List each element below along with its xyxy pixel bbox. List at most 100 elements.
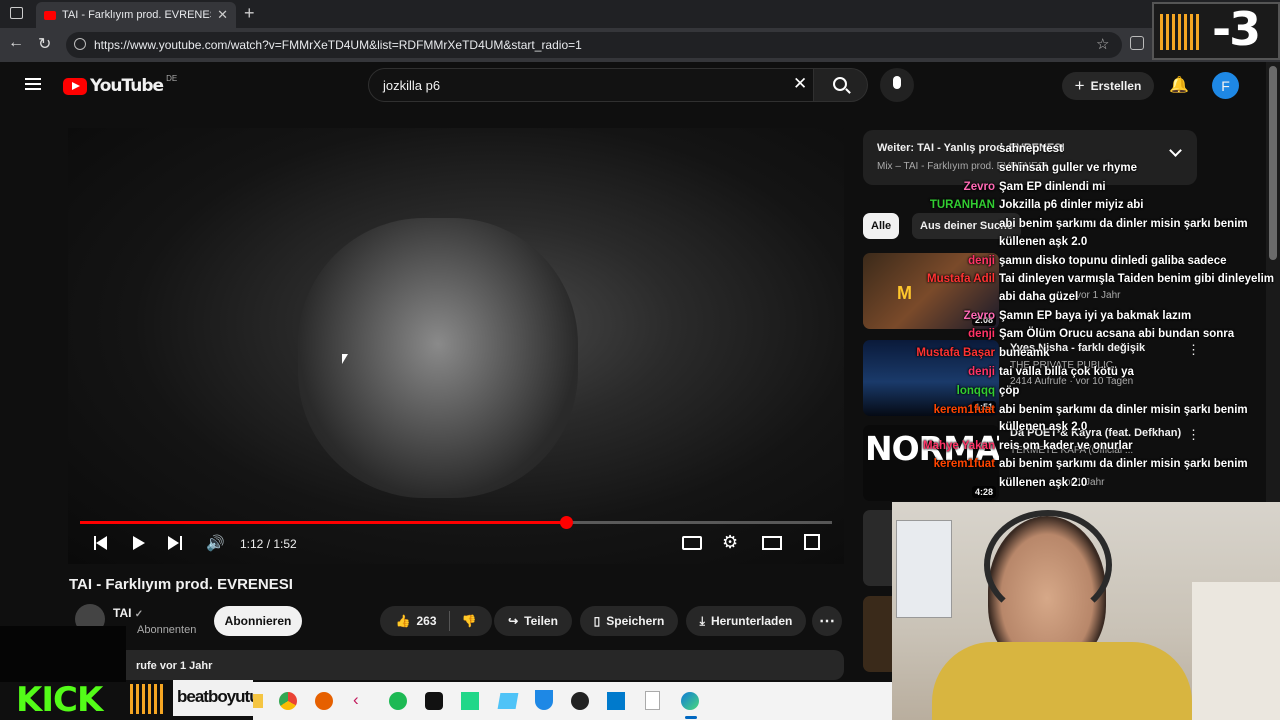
browser-tab[interactable]: TAI - Farklıyım prod. EVRENESI - Y ✕ [36, 2, 236, 28]
spotify-icon[interactable] [389, 692, 407, 710]
chat-message: sehinsah guller ve rhyme [865, 162, 1137, 174]
capcut-app-icon[interactable] [425, 692, 443, 710]
chat-text: şamın disko topunu dinledi galiba sadece [999, 255, 1227, 267]
chat-text: abi daha güzel [999, 291, 1079, 303]
edge-icon[interactable] [681, 692, 699, 710]
chrome-icon[interactable] [279, 692, 297, 710]
save-button[interactable]: ▯ Speichern [580, 606, 678, 636]
youtube-logo[interactable]: YouTube DE [63, 74, 177, 96]
beatbox-badge: beatboyutu [173, 680, 260, 716]
notifications-bell-icon[interactable]: 🔔 [1169, 75, 1189, 95]
chat-message: sahnep test [865, 143, 1063, 155]
corner-badge: -3 [1152, 2, 1280, 60]
capcut-icon[interactable]: ‹ [353, 690, 359, 710]
chat-message: küllenen aşk 2.0 [865, 477, 1087, 489]
chat-text: çöp [999, 385, 1020, 397]
chat-username: kerem1fuat [933, 458, 995, 470]
time-display: 1:12 / 1:52 [240, 537, 297, 551]
settings-gear-icon[interactable]: ⚙ [722, 532, 738, 553]
chat-message: kerem1fuat abi benim şarkımı da dinler mi… [865, 404, 1248, 416]
chat-text: abi benim şarkımı da dinler misin şarkı … [999, 458, 1248, 470]
playlist-panel[interactable]: Weiter: TAI - Yanlış prod. EVRENESI Mix … [863, 130, 1197, 185]
subtitles-icon[interactable] [682, 536, 702, 550]
fullscreen-icon[interactable] [804, 534, 820, 550]
video-player[interactable]: 🔊 1:12 / 1:52 ⚙ [68, 128, 844, 564]
share-button[interactable]: ↪ Teilen [494, 606, 572, 636]
like-count: 263 [416, 614, 437, 628]
chat-message: denji Şam Ölüm Orucu acsana abi bundan so… [865, 328, 1234, 340]
corner-badge-text: -3 [1212, 2, 1261, 56]
video-thumbnail[interactable] [863, 510, 892, 586]
video-more-icon[interactable]: ⋮ [1187, 427, 1200, 443]
chat-username: Mahye Yakan [922, 440, 995, 452]
close-tab-icon[interactable]: ✕ [217, 7, 228, 23]
microphone-icon [893, 76, 901, 89]
video-more-icon[interactable]: ⋮ [1187, 342, 1200, 358]
voice-search-button[interactable] [880, 68, 914, 102]
bookmark-icon: ▯ [593, 614, 601, 628]
channel-name-text: TAI [113, 606, 132, 620]
chat-text: tai valla billa çok kötü ya [999, 366, 1134, 378]
vscode-icon[interactable] [607, 692, 625, 710]
download-label: Herunterladen [710, 614, 793, 628]
search-input[interactable]: jozkilla p6 ✕ [368, 68, 814, 102]
yellow-hoodie [932, 642, 1192, 720]
new-tab-icon[interactable]: + [244, 3, 255, 24]
firefox-icon[interactable] [315, 692, 333, 710]
save-label: Speichern [606, 614, 665, 628]
like-button[interactable]: 👍 263 [396, 614, 437, 628]
seek-bar[interactable] [80, 516, 832, 529]
clear-search-icon[interactable]: ✕ [793, 74, 807, 94]
player-controls: 🔊 1:12 / 1:52 ⚙ [68, 528, 844, 558]
menu-icon[interactable] [25, 78, 41, 90]
reload-icon[interactable]: ↻ [38, 34, 51, 54]
video-thumbnail[interactable] [863, 596, 892, 672]
site-info-icon[interactable] [74, 38, 86, 50]
download-button[interactable]: ⤓ Herunterladen [686, 606, 806, 636]
chat-message: TURANHAN Jokzilla p6 dinler miyiz abi [865, 199, 1144, 211]
description-box[interactable]: rufe vor 1 Jahr [68, 650, 844, 680]
previous-icon[interactable] [94, 536, 108, 550]
taskbar: ‹ [253, 682, 892, 720]
chat-text: abi benim şarkımı da dinler misin şarkı … [999, 404, 1248, 416]
chat-username: Zevro [963, 181, 995, 193]
share-icon: ↪ [508, 614, 519, 628]
create-button[interactable]: + Erstellen [1062, 72, 1154, 100]
back-icon[interactable]: ← [8, 34, 24, 52]
chat-text: sahnep test [999, 143, 1063, 155]
search-button[interactable] [814, 68, 868, 102]
chat-text: Şam Ölüm Orucu acsana abi bundan sonra [999, 328, 1235, 340]
thumbs-down-icon[interactable]: 👎 [462, 614, 477, 628]
chat-text: küllenen aşk 2.0 [999, 421, 1088, 433]
chat-text: küllenen aşk 2.0 [999, 236, 1088, 248]
more-actions-button[interactable]: ⋯ [812, 606, 842, 636]
favorite-star-icon[interactable]: ☆ [1096, 35, 1109, 53]
plus-icon: + [1074, 76, 1085, 95]
chat-message: abi daha güzel [865, 291, 1078, 303]
chat-text: reis om kader ve onurlar [999, 440, 1133, 452]
next-icon[interactable] [168, 536, 182, 550]
play-icon[interactable] [133, 536, 145, 550]
github-icon[interactable] [571, 692, 589, 710]
subscribe-button[interactable]: Abonnieren [214, 606, 302, 636]
volume-icon[interactable]: 🔊 [206, 534, 225, 552]
pycharm-icon[interactable] [461, 692, 479, 710]
extensions-icon[interactable] [1130, 36, 1144, 50]
vpn-shield-icon[interactable] [535, 690, 553, 710]
video-frame [298, 218, 578, 498]
chevron-down-icon[interactable] [1169, 144, 1182, 157]
tab-actions-icon[interactable] [10, 7, 23, 19]
chat-message: denji şamın disko topunu dinledi galiba s… [865, 255, 1227, 267]
channel-name[interactable]: TAI ✓ [113, 606, 143, 620]
chat-message: Mustafa Adil Tai dinleyen varmışla Taiden… [865, 273, 1274, 285]
chat-message: küllenen aşk 2.0 [865, 421, 1087, 433]
chat-username: denji [968, 366, 995, 378]
url-field[interactable]: https://www.youtube.com/watch?v=FMMrXeTD… [66, 32, 1122, 58]
chat-message: Zevro Şamın EP baya iyi ya bakmak lazım [865, 310, 1192, 322]
file-explorer-icon[interactable] [253, 694, 263, 708]
verified-icon: ✓ [134, 609, 144, 620]
theater-mode-icon[interactable] [762, 536, 782, 550]
document-icon[interactable] [645, 691, 660, 710]
notes-icon[interactable] [497, 693, 519, 709]
account-avatar[interactable]: F [1212, 72, 1239, 99]
